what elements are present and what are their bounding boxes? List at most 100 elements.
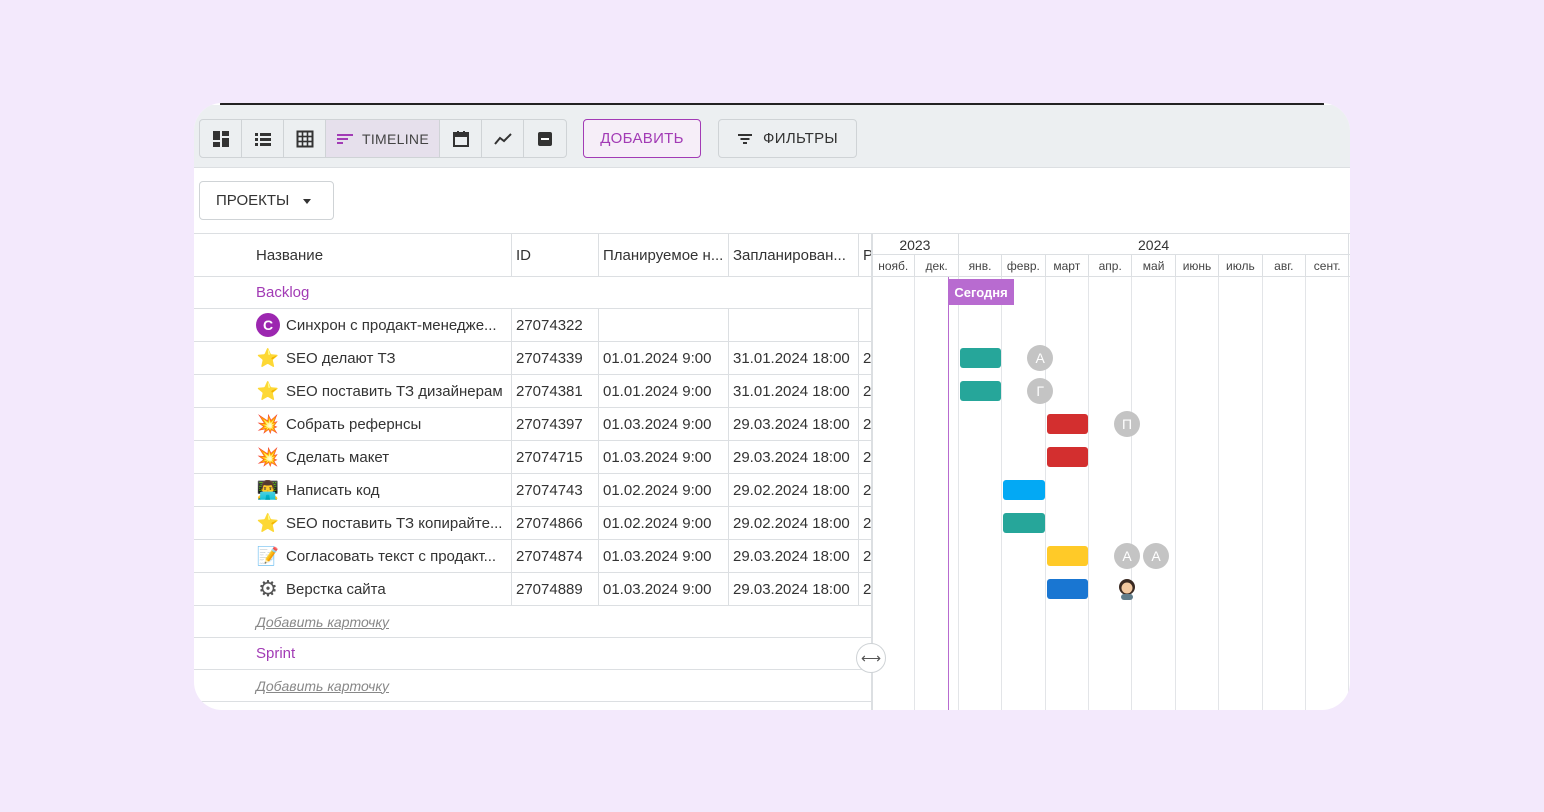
chevron-down-icon xyxy=(303,199,312,204)
card-extra: 2 xyxy=(858,573,871,605)
card-start-date: 01.03.2024 9:00 xyxy=(598,408,728,440)
month-label: янв. xyxy=(959,255,1003,277)
card-end-date: 31.01.2024 18:00 xyxy=(728,375,858,407)
month-label: дек. xyxy=(915,255,959,277)
card-start-date: 01.02.2024 9:00 xyxy=(598,474,728,506)
gantt-chart: 2023 2024 нояб. дек. янв. февр. март апр. май июн… xyxy=(873,233,1350,710)
card-name-cell[interactable]: ⭐ SEO поставить ТЗ дизайнерам xyxy=(250,375,511,407)
timeline-bar[interactable] xyxy=(1046,546,1088,566)
add-card-link[interactable]: Добавить карточку xyxy=(256,606,389,637)
view-archive-button[interactable] xyxy=(524,120,566,157)
add-card-link[interactable]: Добавить карточку xyxy=(256,670,389,701)
card-id: 27074322 xyxy=(511,309,598,341)
timeline-bar[interactable] xyxy=(1003,480,1045,500)
timeline-bar[interactable] xyxy=(959,348,1002,368)
card-name: Написать код xyxy=(286,481,380,499)
view-switcher: TIMELINE xyxy=(199,119,567,158)
table-row[interactable]: С Синхрон с продакт-менедже... 27074322 xyxy=(194,309,871,342)
view-table-button[interactable] xyxy=(284,120,326,157)
month-gridline xyxy=(1261,277,1263,710)
projects-label: ПРОЕКТЫ xyxy=(216,192,290,209)
table-row[interactable]: ⭐ SEO поставить ТЗ копирайте... 27074866 01… xyxy=(194,507,871,540)
section-title[interactable]: Backlog xyxy=(256,277,309,308)
timeline-bar[interactable] xyxy=(1046,447,1088,467)
card-name-cell[interactable]: ⭐ SEO поставить ТЗ копирайте... xyxy=(250,507,511,539)
card-name-cell[interactable]: ⭐ SEO делают ТЗ xyxy=(250,342,511,374)
dashboard-icon xyxy=(212,130,229,147)
card-end-date: 29.03.2024 18:00 xyxy=(728,540,858,572)
card-end-date: 29.03.2024 18:00 xyxy=(728,441,858,473)
card-name: Синхрон с продакт-менедже... xyxy=(286,316,497,334)
chart-line-icon xyxy=(493,132,512,145)
projects-dropdown[interactable]: ПРОЕКТЫ xyxy=(199,181,334,220)
timeline-bar[interactable] xyxy=(1046,414,1088,434)
add-card-row: Добавить карточку xyxy=(194,670,871,702)
month-gridline xyxy=(1088,277,1089,710)
card-id: 27074397 xyxy=(511,408,598,440)
table-row[interactable]: 💥 Собрать рефернсы 27074397 01.03.2024 9:00… xyxy=(194,408,871,441)
card-start-date: 01.01.2024 9:00 xyxy=(598,375,728,407)
card-name-cell[interactable]: ⚙ Верстка сайта xyxy=(250,573,511,605)
table-row[interactable]: 💥 Сделать макет 27074715 01.03.2024 9:00 29.… xyxy=(194,441,871,474)
card-extra: 2 xyxy=(858,375,871,407)
card-extra xyxy=(858,309,871,341)
column-header-r[interactable]: P xyxy=(858,234,871,276)
cards-table: Название ID Планируемое н... Запланирован..… xyxy=(194,233,871,710)
card-name-cell[interactable]: 💥 Собрать рефернсы xyxy=(250,408,511,440)
view-calendar-button[interactable] xyxy=(440,120,482,157)
view-timeline-button[interactable]: TIMELINE xyxy=(326,120,440,157)
card-name-cell[interactable]: 📝 Согласовать текст с продакт... xyxy=(250,540,511,572)
card-name: SEO поставить ТЗ копирайте... xyxy=(286,514,503,532)
card-name-cell[interactable]: 💥 Сделать макет xyxy=(250,441,511,473)
add-button[interactable]: ДОБАВИТЬ xyxy=(583,119,701,158)
card-end-date: 29.02.2024 18:00 xyxy=(728,474,858,506)
section-title[interactable]: Sprint xyxy=(256,638,295,669)
filters-label: ФИЛЬТРЫ xyxy=(763,130,838,147)
card-start-date: 01.01.2024 9:00 xyxy=(598,342,728,374)
table-row[interactable]: 📝 Согласовать текст с продакт... 27074874 0… xyxy=(194,540,871,573)
timeline-bar[interactable] xyxy=(1046,579,1088,599)
column-header-start[interactable]: Планируемое н... xyxy=(598,234,728,276)
column-header-name[interactable]: Название xyxy=(250,234,511,276)
assignee-avatar: А xyxy=(1114,543,1140,569)
assignee-avatar: А xyxy=(1027,345,1054,371)
month-label: март xyxy=(1046,255,1089,277)
view-list-button[interactable] xyxy=(242,120,284,157)
card-extra: 2 xyxy=(858,540,871,572)
month-gridline xyxy=(1305,277,1306,710)
app-window: TIMELINE ДОБАВИТЬ ФИЛЬТРЫ ПРОЕКТЫ Назван… xyxy=(194,103,1350,710)
card-name-cell[interactable]: С Синхрон с продакт-менедже... xyxy=(250,309,511,341)
resize-arrows-icon[interactable]: ⟷ xyxy=(856,643,886,673)
table-row[interactable]: 👨‍💻 Написать код 27074743 01.02.2024 9:00 29… xyxy=(194,474,871,507)
view-chart-button[interactable] xyxy=(482,120,524,157)
star-icon: ⭐ xyxy=(256,512,280,533)
timeline-icon xyxy=(337,133,354,144)
card-extra: 2 xyxy=(858,342,871,374)
assignee-avatar: П xyxy=(1114,411,1140,437)
timeline-bar[interactable] xyxy=(959,381,1002,401)
card-extra: 2 xyxy=(858,408,871,440)
filters-button[interactable]: ФИЛЬТРЫ xyxy=(718,119,857,158)
month-gridline xyxy=(1348,277,1350,710)
month-gridline xyxy=(1131,277,1133,710)
table-row[interactable]: ⭐ SEO поставить ТЗ дизайнерам 27074381 01.0… xyxy=(194,375,871,408)
card-end-date: 31.01.2024 18:00 xyxy=(728,342,858,374)
today-line xyxy=(948,277,949,710)
column-header-id[interactable]: ID xyxy=(511,234,598,276)
card-extra: 2 xyxy=(858,507,871,539)
card-name: Верстка сайта xyxy=(286,580,386,598)
table-row[interactable]: ⚙ Верстка сайта 27074889 01.03.2024 9:00 29.… xyxy=(194,573,871,606)
card-name-cell[interactable]: 👨‍💻 Написать код xyxy=(250,474,511,506)
view-board-button[interactable] xyxy=(200,120,242,157)
grid-icon xyxy=(296,130,313,147)
table-row[interactable]: ⭐ SEO делают ТЗ 27074339 01.01.2024 9:00 31.… xyxy=(194,342,871,375)
month-gridline xyxy=(957,277,959,710)
card-start-date: 01.03.2024 9:00 xyxy=(598,573,728,605)
list-icon xyxy=(254,132,271,146)
month-header-row: нояб. дек. янв. февр. март апр. май июнь июль авг… xyxy=(873,255,1350,277)
month-label: февр. xyxy=(1002,255,1046,277)
card-id: 27074381 xyxy=(511,375,598,407)
column-header-end[interactable]: Запланирован... xyxy=(728,234,858,276)
year-label: 2024 xyxy=(959,234,1350,255)
timeline-bar[interactable] xyxy=(1003,513,1045,533)
